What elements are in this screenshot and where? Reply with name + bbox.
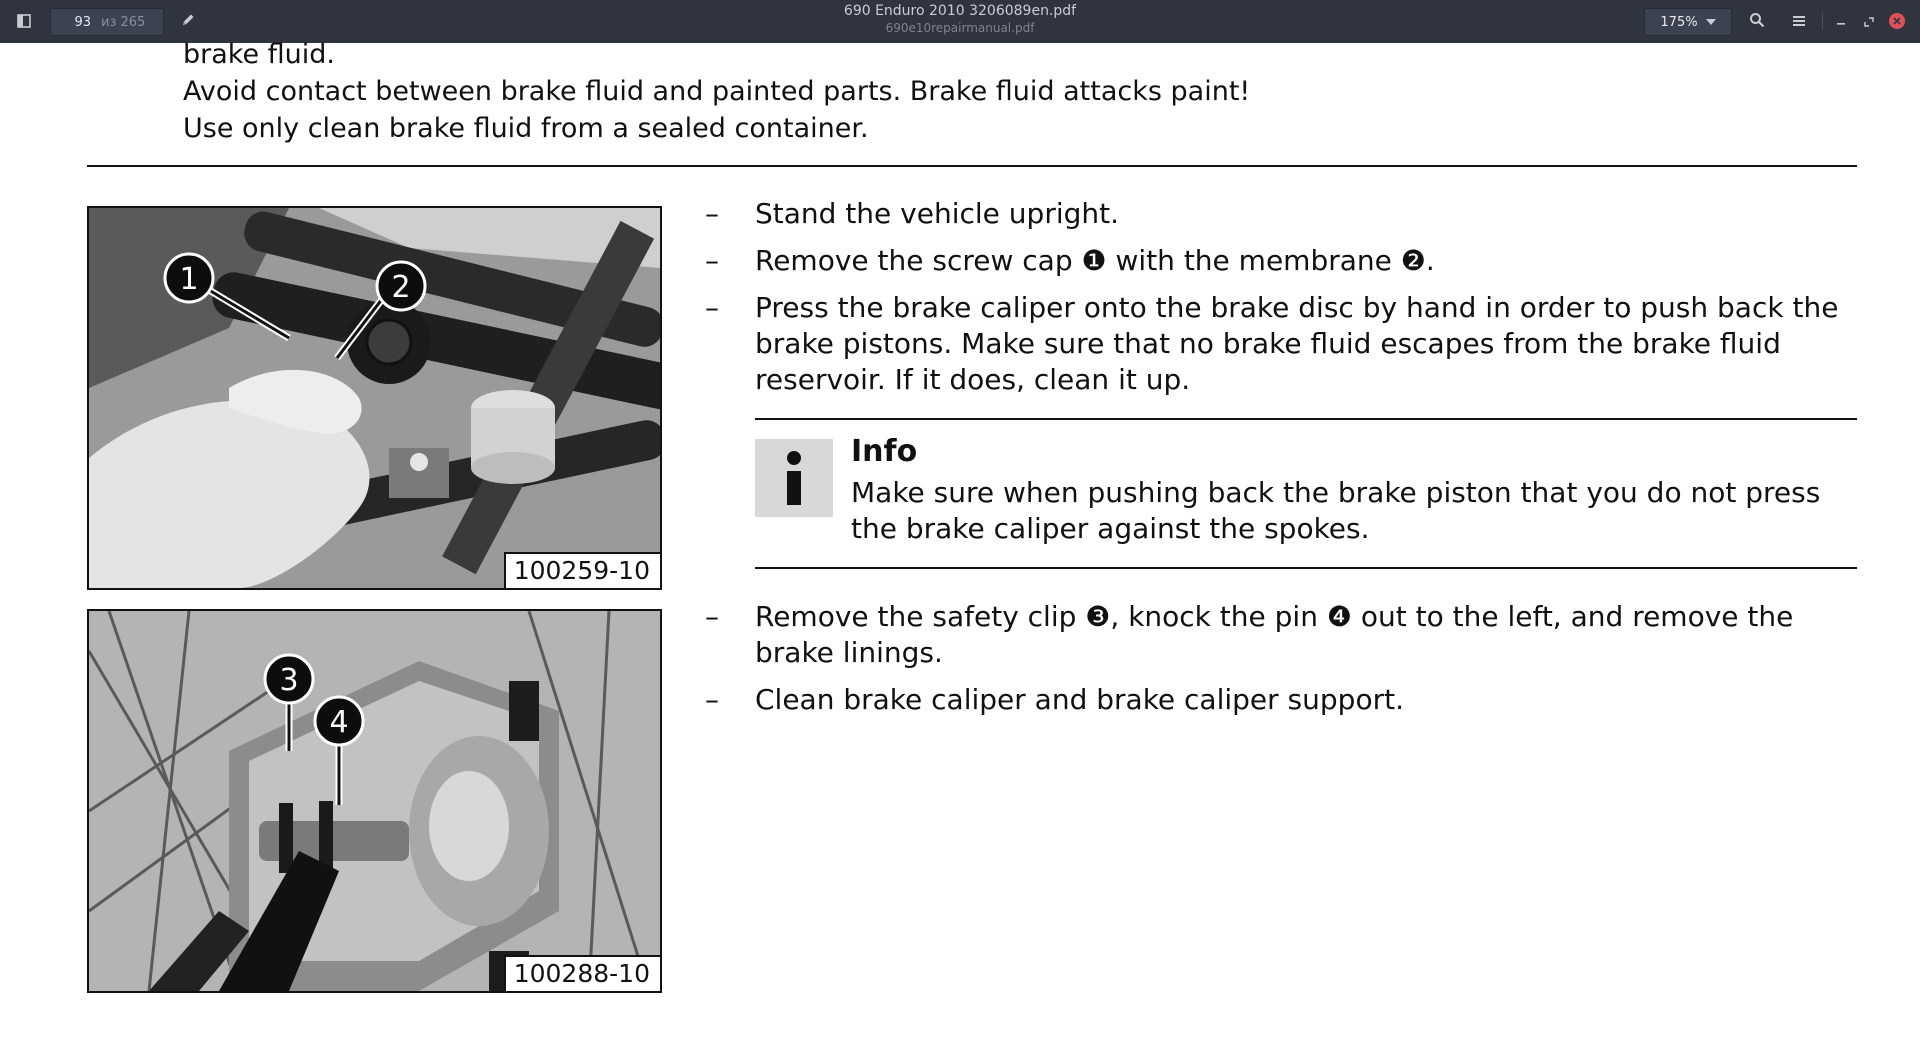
minimize-icon [1836,12,1846,31]
zoom-select[interactable]: 175% [1644,8,1732,36]
figure-brake-reservoir: 1 2 100259-10 [87,206,662,590]
search-icon [1749,12,1765,32]
section-divider [87,165,1857,167]
step-dash: – [705,291,719,324]
document-page: brake fluid. Avoid contact between brake… [0,39,1920,1049]
step-text: Press the brake caliper onto the brake d… [755,291,1839,396]
figure-code: 100288-10 [503,955,660,991]
step-item: – Stand the vehicle upright. [705,196,1865,236]
step-dash: – [705,197,719,230]
figure-brake-caliper: 3 4 100288-10 [87,609,662,993]
maximize-button[interactable] [1858,10,1880,32]
step-dash: – [705,244,719,277]
close-button[interactable] [1886,10,1908,32]
warning-line-3: Use only clean brake fluid from a sealed… [183,113,869,144]
info-title: Info [851,434,918,469]
step-item: – Press the brake caliper onto the brake… [705,290,1865,400]
search-button[interactable] [1744,9,1770,35]
step-text: Remove the screw cap ❶ with the membrane… [755,244,1435,277]
callout-1-label: 1 [179,262,198,297]
close-icon [1889,13,1905,29]
callout-3-label: 3 [279,663,298,698]
step-item: – Remove the screw cap ❶ with the membra… [705,243,1865,283]
info-bottom-divider [755,567,1857,569]
step-text: Stand the vehicle upright. [755,197,1120,230]
step-item: – Remove the safety clip ❸, knock the pi… [705,599,1865,675]
document-title: 690 Enduro 2010 3206089en.pdf [843,3,1077,19]
sidebar-toggle-button[interactable] [12,10,36,34]
zoom-value: 175% [1660,14,1698,30]
step-dash: – [705,683,719,716]
info-icon [755,439,833,517]
warning-line-2: Avoid contact between brake fluid and pa… [183,76,1251,107]
step-dash: – [705,600,719,633]
document-filename: 690e10repairmanual.pdf [885,21,1035,35]
page-number-input[interactable]: 93 [51,15,95,30]
menu-button[interactable] [1786,9,1812,35]
figure-code: 100259-10 [503,552,660,588]
pencil-icon [180,12,196,32]
step-text: Remove the safety clip ❸, knock the pin … [755,600,1794,669]
menu-icon [1792,13,1806,32]
document-title-block: 690 Enduro 2010 3206089en.pdf 690e10repa… [660,2,1260,36]
brake-reservoir-photo: 1 2 [89,208,660,588]
maximize-icon [1864,12,1874,31]
sidebar-toggle-icon [17,13,31,32]
warning-line-1: brake fluid. [183,39,335,70]
callout-2-label: 2 [391,270,410,305]
page-total-label: из 265 [101,14,146,30]
callout-4-label: 4 [329,705,348,740]
chevron-down-icon [1705,19,1716,25]
titlebar-separator [1822,12,1823,30]
info-text: Make sure when pushing back the brake pi… [851,476,1821,545]
step-text: Clean brake caliper and brake caliper su… [755,683,1404,716]
brake-caliper-photo: 3 4 [89,611,660,991]
page-navigator: 93 из 265 [50,8,164,36]
minimize-button[interactable] [1830,10,1852,32]
step-item: – Clean brake caliper and brake caliper … [705,682,1865,722]
info-top-divider [755,418,1857,420]
annotate-button[interactable] [176,10,200,34]
